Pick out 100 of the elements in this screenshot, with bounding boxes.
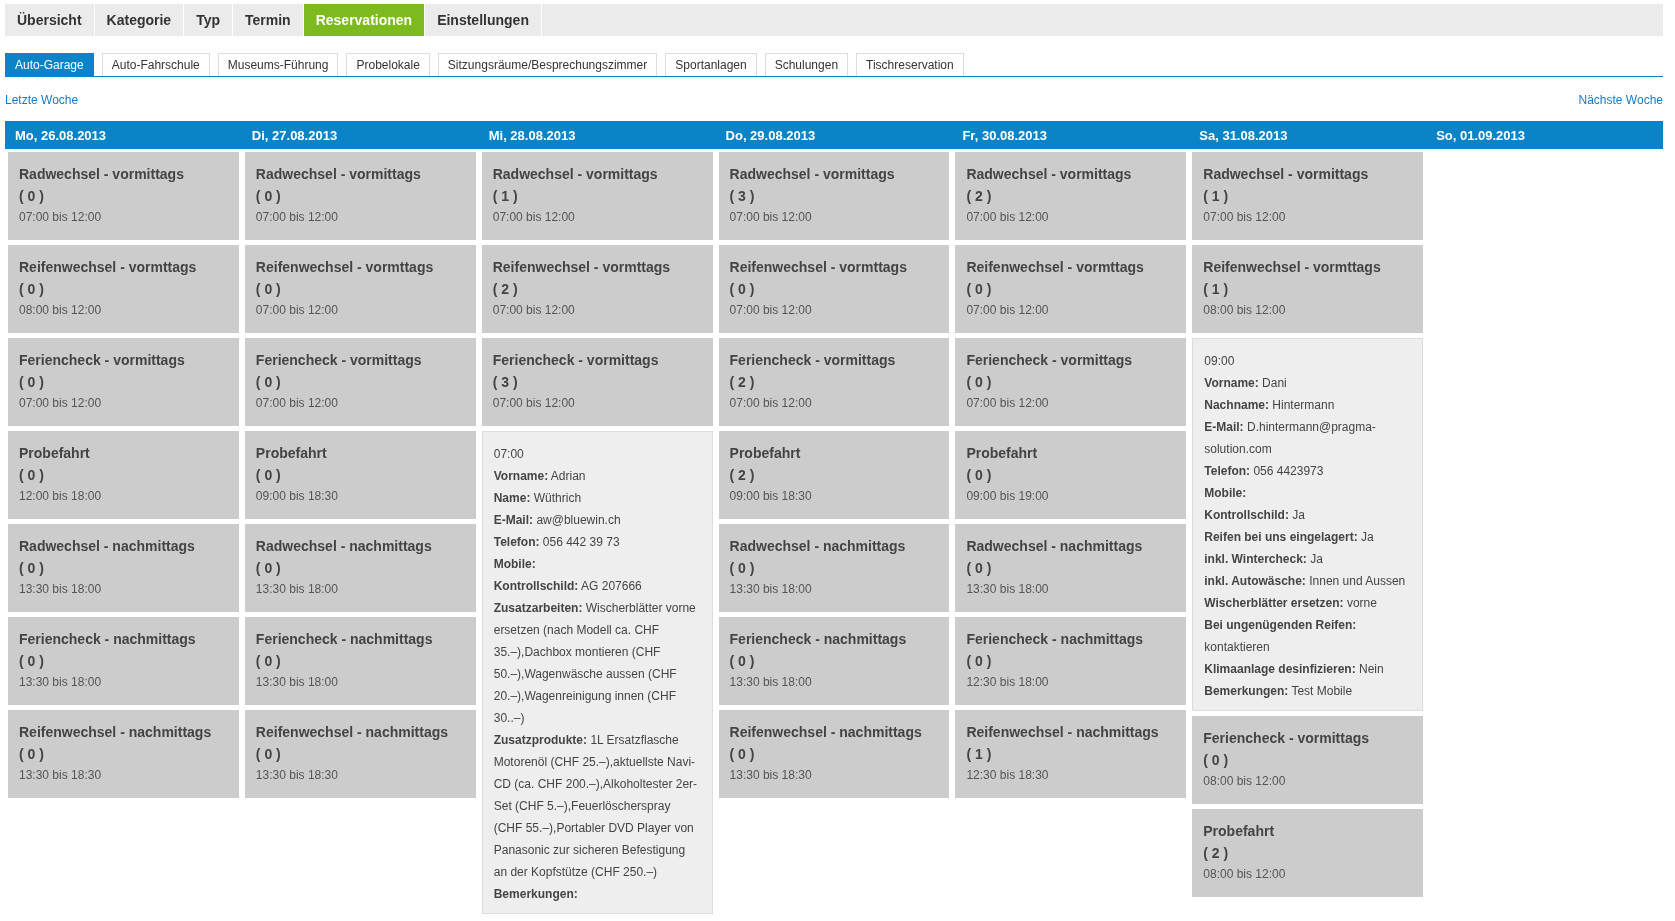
slot-card[interactable]: Reifenwechsel - nachmittags ( 0 ) 13:30 bis 18:30 bbox=[244, 710, 476, 798]
slot-card[interactable]: Feriencheck - nachmittags ( 0 ) 13:30 bis 18:00 bbox=[244, 617, 476, 705]
slot-card[interactable]: Reifenwechsel - vormttags ( 0 ) 07:00 bis 12:00 bbox=[955, 245, 1187, 333]
slot-card[interactable]: Feriencheck - nachmittags ( 0 ) 12:30 bis 18:00 bbox=[955, 617, 1187, 705]
category-tab[interactable]: Sitzungsräume/Besprechungszimmer bbox=[437, 53, 658, 76]
category-tab[interactable]: Auto-Fahrschule bbox=[101, 53, 210, 76]
slot-card[interactable]: Probefahrt ( 0 ) 12:00 bis 18:00 bbox=[8, 431, 239, 519]
slot-card[interactable]: Feriencheck - vormittags ( 0 ) 07:00 bis 12:00 bbox=[244, 338, 476, 426]
slot-card[interactable]: Reifenwechsel - vormttags ( 0 ) 07:00 bis 12:00 bbox=[244, 245, 476, 333]
slot-card[interactable]: Feriencheck - vormittags ( 0 ) 08:00 bis 12:00 bbox=[1192, 716, 1424, 804]
slot-card[interactable]: Radwechsel - vormittags ( 0 ) 07:00 bis 12:00 bbox=[8, 152, 239, 240]
slot-card[interactable]: Probefahrt ( 0 ) 09:00 bis 18:30 bbox=[244, 431, 476, 519]
slot-title: Radwechsel - nachmittags bbox=[255, 537, 432, 555]
slot-title: Probefahrt bbox=[255, 444, 327, 462]
time-range: 07:00 bis 12:00 bbox=[729, 302, 812, 318]
booking-count: ( 1 ) bbox=[966, 745, 992, 763]
slot-title: Radwechsel - nachmittags bbox=[966, 537, 1143, 555]
slot-card[interactable]: Feriencheck - nachmittags ( 0 ) 13:30 bis 18:00 bbox=[8, 617, 239, 705]
booking-count: ( 0 ) bbox=[255, 745, 281, 763]
category-tab[interactable]: Probelokale bbox=[346, 53, 430, 76]
time-range: 12:00 bis 18:00 bbox=[19, 488, 102, 504]
slot-card[interactable]: Feriencheck - nachmittags ( 0 ) 13:30 bis 18:00 bbox=[718, 617, 950, 705]
slot-card[interactable]: Reifenwechsel - nachmittags ( 1 ) 12:30 bis 18:30 bbox=[955, 710, 1187, 798]
slot-card[interactable]: Radwechsel - nachmittags ( 0 ) 13:30 bis 18:00 bbox=[244, 524, 476, 612]
time-range: 07:00 bis 12:00 bbox=[729, 395, 812, 411]
slot-card[interactable]: Feriencheck - vormittags ( 0 ) 07:00 bis 12:00 bbox=[8, 338, 239, 426]
time-range: 13:30 bis 18:00 bbox=[19, 581, 102, 597]
booking-count: ( 0 ) bbox=[729, 280, 755, 298]
category-tab[interactable]: Auto-Garage bbox=[5, 53, 94, 76]
slot-card[interactable]: Radwechsel - vormittags ( 1 ) 07:00 bis 12:00 bbox=[481, 152, 713, 240]
day-heading: Mi, 28.08.2013 bbox=[487, 127, 577, 143]
time-range: 07:00 bis 12:00 bbox=[19, 209, 102, 225]
slot-card[interactable]: Radwechsel - vormittags ( 3 ) 07:00 bis 12:00 bbox=[718, 152, 950, 240]
slot-title: Feriencheck - nachmittags bbox=[729, 630, 907, 648]
slot-title: Reifenwechsel - nachmittags bbox=[255, 723, 448, 741]
slot-card[interactable]: Radwechsel - vormittags ( 0 ) 07:00 bis 12:00 bbox=[244, 152, 476, 240]
slot-card[interactable]: Radwechsel - nachmittags ( 0 ) 13:30 bis 18:00 bbox=[718, 524, 950, 612]
booking-count: ( 0 ) bbox=[255, 559, 281, 577]
slot-card[interactable]: Radwechsel - nachmittags ( 0 ) 13:30 bis 18:00 bbox=[8, 524, 239, 612]
slot-title: Probefahrt bbox=[966, 444, 1038, 462]
slot-title: Reifenwechsel - vormttags bbox=[19, 258, 197, 276]
slot-card[interactable]: Feriencheck - vormittags ( 2 ) 07:00 bis 12:00 bbox=[718, 338, 950, 426]
category-tab[interactable]: Sportanlagen bbox=[665, 53, 757, 76]
category-tab[interactable]: Museums-Führung bbox=[217, 53, 339, 76]
booking-count: ( 0 ) bbox=[966, 280, 992, 298]
slot-title: Reifenwechsel - nachmittags bbox=[19, 723, 212, 741]
slot-card[interactable]: Feriencheck - vormittags ( 3 ) 07:00 bis 12:00 bbox=[481, 338, 713, 426]
reservation-field: Wischerblätter ersetzen: vorne bbox=[1204, 592, 1377, 614]
slot-title: Radwechsel - vormittags bbox=[255, 165, 421, 183]
time-range: 13:30 bis 18:30 bbox=[19, 767, 102, 783]
time-range: 08:00 bis 12:00 bbox=[1203, 773, 1286, 789]
slot-card[interactable]: Probefahrt ( 2 ) 09:00 bis 18:30 bbox=[718, 431, 950, 519]
slot-card[interactable]: Radwechsel - nachmittags ( 0 ) 13:30 bis 18:00 bbox=[955, 524, 1187, 612]
slot-card[interactable]: Radwechsel - vormittags ( 1 ) 07:00 bis 12:00 bbox=[1192, 152, 1424, 240]
booking-count: ( 0 ) bbox=[19, 466, 44, 484]
slot-card[interactable]: Radwechsel - vormittags ( 2 ) 07:00 bis 12:00 bbox=[955, 152, 1187, 240]
slot-title: Feriencheck - vormittags bbox=[19, 351, 185, 369]
reservation-field: Zusatzarbeiten: Wischerblätter vorne ersetzen (nach Modell ca. CHF 35.–),Dachbox montieren (CHF 50.–),Wagenwäsche aussen (CHF 20.–),Wagenreinigung innen (CHF 30..–) bbox=[493, 597, 701, 729]
slot-card[interactable]: Feriencheck - vormittags ( 0 ) 07:00 bis 12:00 bbox=[955, 338, 1187, 426]
slot-card[interactable]: Reifenwechsel - nachmittags ( 0 ) 13:30 bis 18:30 bbox=[718, 710, 950, 798]
time-range: 12:30 bis 18:00 bbox=[966, 674, 1049, 690]
slot-title: Feriencheck - vormittags bbox=[255, 351, 422, 369]
next-week-link[interactable]: Nächste Woche bbox=[1578, 93, 1663, 107]
reservation-field: Zusatzprodukte: 1L Ersatzflasche Motorenöl (CHF 25.–),aktuellste Navi-CD (ca. CHF 200.–),Alkoholtester 2er-Set (CHF 5.–),Feuerlöscherspray (CHF 55.–),Portabler DVD Player von Panasonic zur sicheren Befestigung an der Kopfstütze (CHF 250.–) bbox=[493, 729, 701, 883]
booking-count: ( 2 ) bbox=[729, 466, 755, 484]
time-range: 09:00 bis 18:30 bbox=[729, 488, 812, 504]
reservation-field: Name: Wüthrich bbox=[493, 487, 582, 509]
slot-card[interactable]: Reifenwechsel - vormttags ( 0 ) 08:00 bis 12:00 bbox=[8, 245, 239, 333]
category-tab[interactable]: Schulungen bbox=[764, 53, 849, 76]
time-range: 07:00 bis 12:00 bbox=[1203, 209, 1286, 225]
time-range: 13:30 bis 18:00 bbox=[729, 581, 812, 597]
booking-count: ( 0 ) bbox=[729, 652, 755, 670]
time-range: 13:30 bis 18:00 bbox=[255, 581, 338, 597]
booking-count: ( 1 ) bbox=[1203, 280, 1229, 298]
slot-title: Probefahrt bbox=[729, 444, 801, 462]
day-heading: Di, 27.08.2013 bbox=[250, 127, 339, 143]
booking-count: ( 2 ) bbox=[1203, 844, 1229, 862]
slot-card[interactable]: Reifenwechsel - nachmittags ( 0 ) 13:30 bis 18:30 bbox=[8, 710, 239, 798]
slot-title: Feriencheck - vormittags bbox=[729, 351, 896, 369]
slot-card[interactable]: Reifenwechsel - vormttags ( 2 ) 07:00 bis 12:00 bbox=[481, 245, 713, 333]
reservation-field: Vorname: Dani bbox=[1204, 372, 1287, 394]
day-heading: Do, 29.08.2013 bbox=[724, 127, 817, 143]
reservation-field: Kontrollschild: Ja bbox=[1204, 504, 1305, 526]
booking-count: ( 2 ) bbox=[492, 280, 518, 298]
booking-count: ( 0 ) bbox=[255, 280, 281, 298]
slot-card[interactable]: Reifenwechsel - vormttags ( 0 ) 07:00 bis 12:00 bbox=[718, 245, 950, 333]
time-range: 07:00 bis 12:00 bbox=[19, 395, 102, 411]
time-range: 07:00 bis 12:00 bbox=[255, 395, 338, 411]
category-tab[interactable]: Tischreservation bbox=[856, 53, 964, 76]
reservation-field: inkl. Wintercheck: Ja bbox=[1204, 548, 1323, 570]
slot-card[interactable]: Reifenwechsel - vormttags ( 1 ) 08:00 bis 12:00 bbox=[1192, 245, 1424, 333]
slot-title: Reifenwechsel - vormttags bbox=[1203, 258, 1381, 276]
reservation-field: Bei ungenügenden Reifen: kontaktieren bbox=[1204, 614, 1412, 658]
day-heading: So, 01.09.2013 bbox=[1435, 127, 1527, 143]
slot-card[interactable]: Probefahrt ( 0 ) 09:00 bis 19:00 bbox=[955, 431, 1187, 519]
day-heading: Fr, 30.08.2013 bbox=[961, 127, 1048, 143]
time-range: 07:00 bis 12:00 bbox=[255, 209, 338, 225]
previous-week-link[interactable]: Letzte Woche bbox=[5, 93, 79, 107]
slot-card[interactable]: Probefahrt ( 2 ) 08:00 bis 12:00 bbox=[1192, 809, 1424, 897]
slot-title: Radwechsel - vormittags bbox=[966, 165, 1132, 183]
